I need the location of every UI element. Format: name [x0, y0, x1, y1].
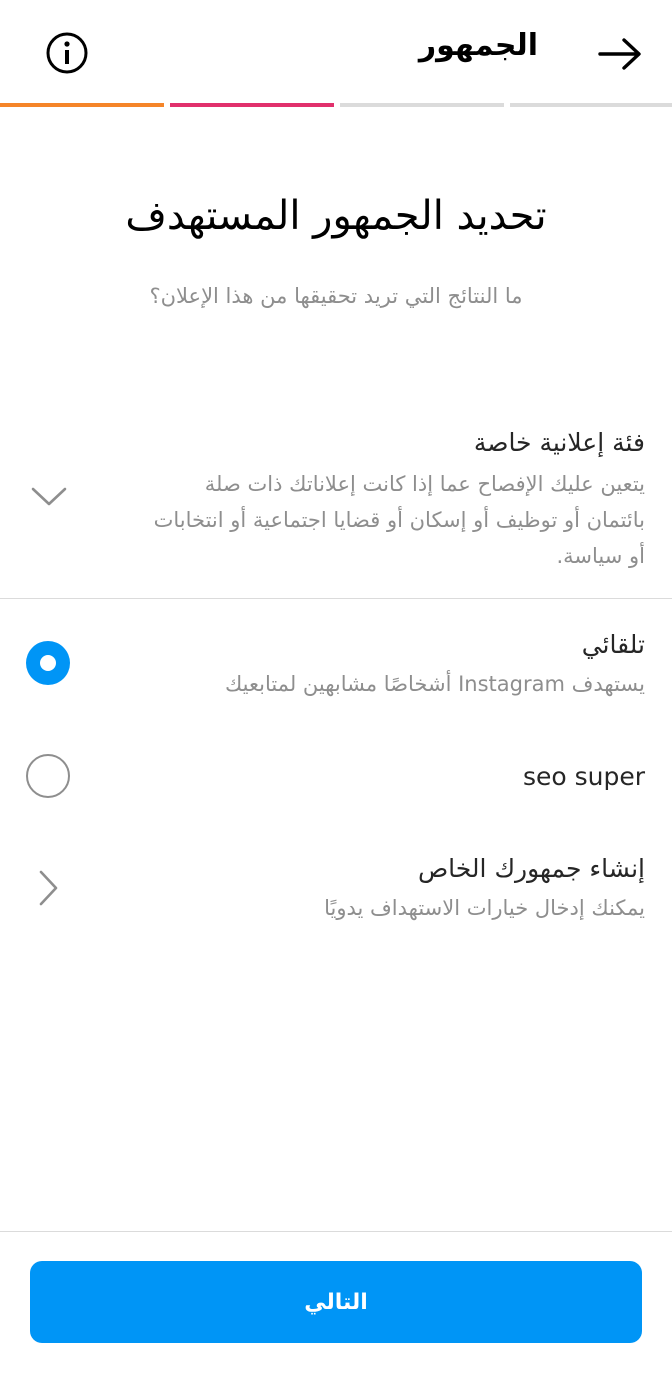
progress-segment-1 [0, 103, 164, 107]
footer-divider [0, 1231, 672, 1232]
page-title: تحديد الجمهور المستهدف [125, 193, 547, 239]
progress-segment-3 [340, 103, 504, 107]
chevron-down-icon[interactable] [30, 484, 68, 510]
progress-segment-4 [510, 103, 672, 107]
radio-seo-super[interactable] [26, 754, 70, 798]
option-automatic[interactable] [0, 612, 672, 716]
option-create-audience[interactable] [0, 836, 672, 936]
arrow-right-icon[interactable] [596, 36, 644, 72]
divider [0, 598, 672, 599]
option-create-audience-subtitle: يمكنك إدخال خيارات الاستهداف يدويًا [324, 896, 645, 920]
header-title: الجمهور [418, 28, 538, 63]
page-subtitle: ما النتائج التي تريد تحقيقها من هذا الإع… [149, 284, 523, 308]
next-button[interactable]: التالي [30, 1261, 642, 1343]
radio-automatic[interactable] [26, 641, 70, 685]
special-category-title: فئة إعلانية خاصة [473, 428, 645, 457]
progress-segment-2 [170, 103, 334, 107]
chevron-right-icon[interactable] [36, 868, 62, 908]
option-automatic-subtitle: يستهدف Instagram أشخاصًا مشابهين لمتابعي… [224, 672, 645, 696]
step-progress-bar [0, 103, 672, 107]
top-bar: الجمهور [0, 0, 672, 104]
option-create-audience-title: إنشاء جمهورك الخاص [417, 854, 645, 883]
option-seo-super-title: seo super [522, 762, 645, 791]
special-category-description: يتعين عليك الإفصاح عما إذا كانت إعلاناتك… [153, 472, 645, 568]
option-automatic-title: تلقائي [581, 630, 645, 659]
info-icon[interactable] [45, 31, 89, 75]
